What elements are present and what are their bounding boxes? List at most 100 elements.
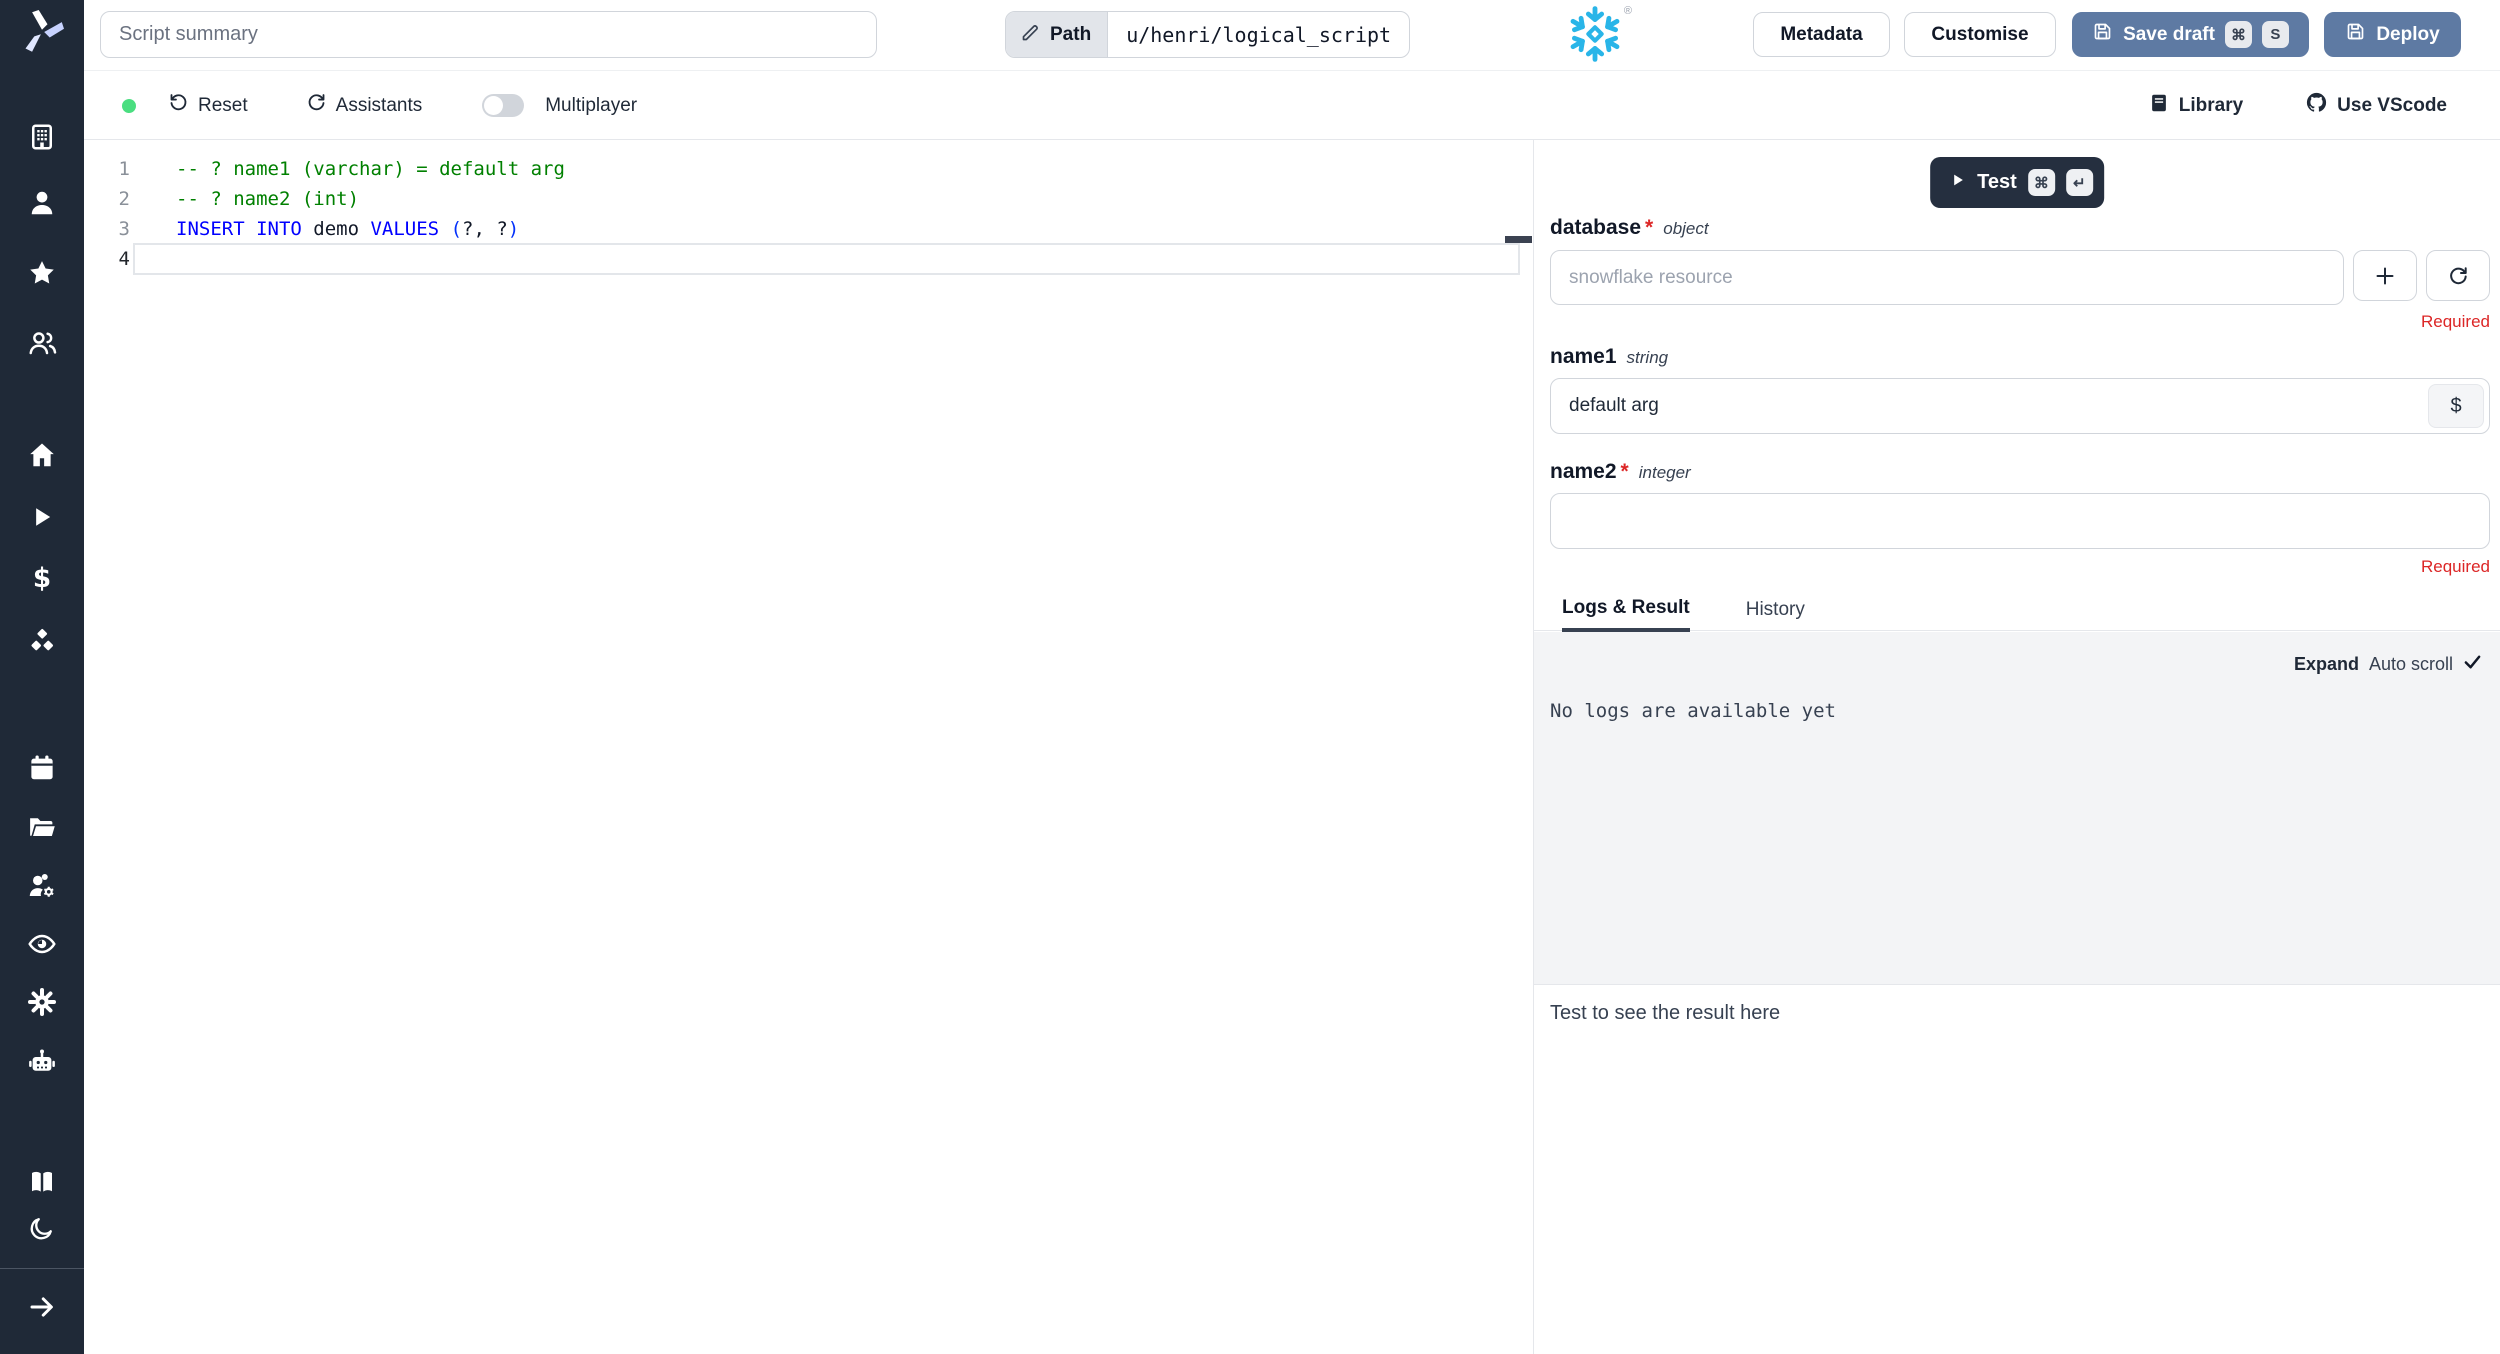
windmill-logo-icon[interactable]	[0, 10, 84, 54]
pencil-icon	[1020, 22, 1041, 48]
library-label: Library	[2178, 94, 2244, 116]
sidebar: $	[0, 0, 84, 1354]
minimap-scroll-handle[interactable]	[1505, 236, 1532, 243]
logs-area: Expand Auto scroll No logs are available…	[1534, 632, 2500, 985]
kbd-s: S	[2261, 21, 2289, 48]
metadata-label: Metadata	[1780, 23, 1863, 45]
field-name: database	[1550, 216, 1642, 239]
tab-logs-result[interactable]: Logs & Result	[1562, 597, 1690, 632]
line-number: 2	[118, 188, 130, 210]
assistants-label: Assistants	[335, 94, 423, 116]
customise-label: Customise	[1931, 23, 2029, 45]
refresh-resource-button[interactable]	[2426, 250, 2490, 301]
library-button[interactable]: Library	[2148, 92, 2243, 120]
status-dot	[122, 98, 136, 113]
check-icon[interactable]	[2463, 652, 2482, 676]
path-value[interactable]: u/henri/logical_script	[1108, 12, 1409, 57]
name2-input[interactable]	[1550, 493, 2490, 549]
dollar-icon[interactable]: $	[0, 562, 84, 596]
kbd-enter: ↵	[2065, 169, 2093, 196]
line-number: 3	[118, 218, 130, 240]
sql-params: ?, ?	[462, 218, 508, 240]
metadata-button[interactable]: Metadata	[1753, 12, 1890, 57]
kbd-cmd: ⌘	[2027, 169, 2055, 196]
home-icon[interactable]	[0, 438, 84, 472]
folder-icon[interactable]	[0, 810, 84, 844]
sidebar-divider	[0, 1268, 84, 1269]
save-icon	[2345, 21, 2366, 48]
play-icon	[1950, 172, 1966, 193]
assistants-button[interactable]: Assistants	[306, 92, 423, 119]
variable-picker-button[interactable]: $	[2428, 384, 2484, 428]
save-icon	[2092, 21, 2113, 48]
current-line-highlight	[133, 243, 1520, 275]
user-group-icon[interactable]	[0, 326, 84, 360]
user-cog-icon[interactable]	[0, 869, 84, 903]
name1-input[interactable]	[1550, 378, 2490, 434]
kbd-cmd: ⌘	[2224, 21, 2252, 48]
field-type: string	[1626, 348, 1669, 367]
path-group: Path u/henri/logical_script	[1005, 11, 1411, 58]
robot-icon[interactable]	[0, 1045, 84, 1079]
tab-history[interactable]: History	[1746, 599, 1805, 630]
use-vscode-button[interactable]: Use VScode	[2305, 91, 2447, 120]
required-star: *	[1645, 216, 1654, 239]
required-badge: Required	[2421, 312, 2490, 331]
reset-button[interactable]: Reset	[168, 92, 248, 119]
gear-icon[interactable]	[0, 985, 84, 1019]
field-type: integer	[1638, 463, 1691, 482]
add-resource-button[interactable]	[2353, 250, 2417, 301]
sql-comment: -- ? name2 (int)	[176, 188, 360, 210]
svg-text:$: $	[33, 564, 51, 594]
field-type: object	[1663, 219, 1709, 238]
editor-toolbar: Reset Assistants Multiplayer Library Use…	[84, 72, 2500, 140]
eye-icon[interactable]	[0, 927, 84, 961]
expand-button[interactable]: Expand	[2294, 654, 2359, 675]
customise-button[interactable]: Customise	[1904, 12, 2056, 57]
multiplayer-toggle[interactable]	[482, 94, 525, 117]
book-icon[interactable]	[0, 1165, 84, 1199]
name1-field-row: $	[1550, 378, 2490, 434]
save-draft-label: Save draft	[2123, 23, 2215, 45]
library-book-icon	[2148, 92, 2170, 120]
result-hint: Test to see the result here	[1550, 1002, 1781, 1024]
person-icon[interactable]	[0, 186, 84, 220]
github-icon	[2305, 91, 2328, 120]
required-badge: Required	[2421, 557, 2490, 576]
registered-mark: ®	[1623, 5, 1632, 17]
sql-comment: -- ? name1 (varchar) = default arg	[176, 158, 565, 180]
app-root: $ Script summary Path u/henri/logical_sc…	[0, 0, 2500, 1354]
database-resource-input[interactable]	[1550, 250, 2344, 305]
line-number: 1	[118, 158, 130, 180]
save-draft-button[interactable]: Save draft ⌘ S	[2072, 12, 2309, 57]
path-label: Path	[1050, 23, 1092, 45]
result-tabs: Logs & Result History	[1534, 592, 2500, 632]
deploy-label: Deploy	[2376, 23, 2440, 45]
play-icon[interactable]	[0, 500, 84, 534]
test-button[interactable]: Test ⌘ ↵	[1930, 157, 2104, 208]
star-icon[interactable]	[0, 256, 84, 290]
deploy-button[interactable]: Deploy	[2324, 12, 2461, 57]
moon-icon[interactable]	[0, 1211, 84, 1245]
reset-label: Reset	[198, 94, 248, 116]
sql-identifier: demo	[301, 218, 371, 240]
field-label-name1: name1 string	[1550, 345, 1668, 369]
test-label: Test	[1977, 171, 2017, 193]
script-summary-input[interactable]	[100, 11, 877, 58]
sql-keyword: INSERT INTO	[176, 218, 302, 240]
code-line-3: INSERT INTO demo VALUES (?, ?)	[176, 214, 519, 244]
database-field-row	[1550, 250, 2490, 305]
auto-scroll-label: Auto scroll	[2368, 653, 2453, 674]
building-icon[interactable]	[0, 120, 84, 154]
path-edit-button[interactable]: Path	[1006, 12, 1109, 57]
multiplayer-control: Multiplayer	[482, 94, 637, 117]
field-name: name2	[1550, 460, 1617, 483]
line-number-active: 4	[118, 248, 130, 270]
refresh-icon	[306, 92, 327, 119]
cubes-icon[interactable]	[0, 625, 84, 659]
arrow-right-icon[interactable]	[0, 1290, 84, 1324]
calendar-icon[interactable]	[0, 751, 84, 785]
top-bar: Path u/henri/logical_script ® Metadata	[84, 0, 2500, 71]
code-editor[interactable]: 1 2 3 4 -- ? name1 (varchar) = default a…	[84, 140, 1533, 1354]
undo-icon	[168, 92, 189, 119]
